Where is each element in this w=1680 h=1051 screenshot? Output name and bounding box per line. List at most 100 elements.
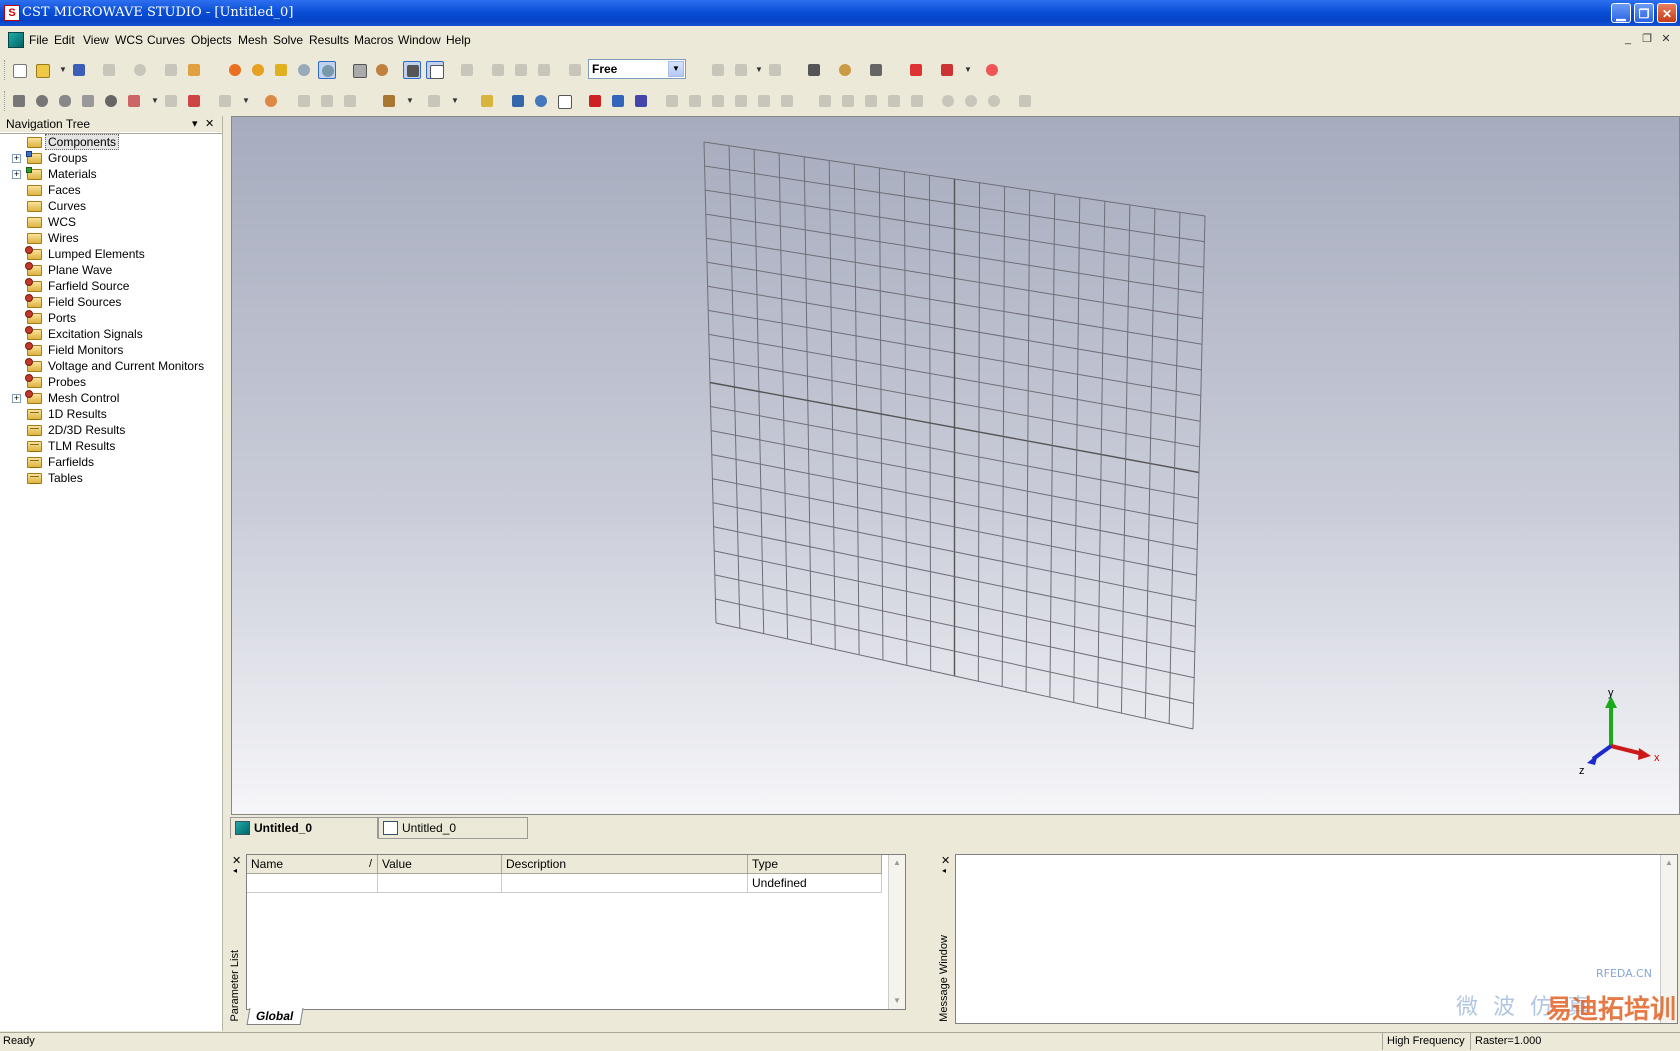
cone-icon[interactable] xyxy=(79,92,97,110)
tree-item[interactable]: 1D Results xyxy=(0,406,222,422)
menu-edit[interactable]: Edit xyxy=(54,33,75,47)
align-icon[interactable] xyxy=(295,92,313,110)
pin-icon[interactable]: ◂ xyxy=(233,866,237,875)
tree-item[interactable]: Field Sources xyxy=(0,294,222,310)
extrude-icon[interactable] xyxy=(125,92,143,110)
ruler-icon[interactable] xyxy=(478,92,496,110)
3d-viewport[interactable]: y x z xyxy=(231,116,1680,815)
rotate-view-icon[interactable] xyxy=(226,61,244,79)
field-monitor-icon[interactable] xyxy=(609,92,627,110)
tree-item[interactable]: Lumped Elements xyxy=(0,246,222,262)
expand-icon[interactable]: + xyxy=(12,170,21,179)
discrete-port-icon[interactable] xyxy=(555,92,573,110)
lumped-element-icon[interactable] xyxy=(586,92,604,110)
menu-results[interactable]: Results xyxy=(309,33,349,47)
tree-item[interactable]: Faces xyxy=(0,182,222,198)
result-2-icon[interactable] xyxy=(686,92,704,110)
sphere-icon[interactable] xyxy=(33,92,51,110)
macro-icon[interactable] xyxy=(185,61,203,79)
farfield-2-icon[interactable] xyxy=(962,92,980,110)
tree-item[interactable]: Probes xyxy=(0,374,222,390)
solver-icon[interactable] xyxy=(836,61,854,79)
result-1-icon[interactable] xyxy=(663,92,681,110)
column-header-value[interactable]: Value xyxy=(378,855,502,874)
tree-item[interactable]: Ports xyxy=(0,310,222,326)
plot-3-icon[interactable] xyxy=(862,92,880,110)
menu-objects[interactable]: Objects xyxy=(191,33,232,47)
pick-point-icon[interactable] xyxy=(489,61,507,79)
tree-item[interactable]: 2D/3D Results xyxy=(0,422,222,438)
open-folder-icon[interactable] xyxy=(33,61,51,79)
menu-wcs[interactable]: WCS xyxy=(115,33,143,47)
expand-icon[interactable]: + xyxy=(12,154,21,163)
port-icon[interactable] xyxy=(509,92,527,110)
chevron-down-icon[interactable]: ▾ xyxy=(192,116,198,132)
new-file-icon[interactable] xyxy=(10,61,28,79)
mdi-restore-icon[interactable]: ❐ xyxy=(1640,32,1654,46)
mdi-minimize-icon[interactable]: _ xyxy=(1621,32,1635,46)
plot-5-icon[interactable] xyxy=(908,92,926,110)
tree-item[interactable]: Components xyxy=(0,134,222,150)
tree-item[interactable]: WCS xyxy=(0,214,222,230)
zoom-icon[interactable] xyxy=(295,61,313,79)
farfield-3-icon[interactable] xyxy=(985,92,1003,110)
result-5-icon[interactable] xyxy=(755,92,773,110)
document-icon[interactable] xyxy=(8,32,24,48)
scroll-up-icon[interactable]: ▲ xyxy=(1661,855,1677,871)
tab-schematic-view[interactable]: Untitled_0 xyxy=(378,817,528,839)
print-icon[interactable] xyxy=(100,61,118,79)
column-header-name[interactable]: Name / xyxy=(247,855,378,874)
loft-icon[interactable] xyxy=(185,92,203,110)
cut-plane-icon[interactable] xyxy=(458,61,476,79)
boolean-intersect-icon[interactable] xyxy=(766,61,784,79)
boundary-icon[interactable] xyxy=(867,61,885,79)
view-options-icon[interactable] xyxy=(373,61,391,79)
tree-item[interactable]: + Materials xyxy=(0,166,222,182)
menu-help[interactable]: Help xyxy=(446,33,471,47)
mdi-close-icon[interactable]: ✕ xyxy=(1659,32,1673,46)
reset-view-icon[interactable] xyxy=(350,61,368,79)
cylinder-icon[interactable] xyxy=(56,92,74,110)
result-6-icon[interactable] xyxy=(778,92,796,110)
parameter-scrollbar[interactable]: ▲ ▼ xyxy=(888,855,905,1009)
close-icon[interactable]: ✕ xyxy=(205,116,214,132)
rotate-view-plane-icon[interactable] xyxy=(249,61,267,79)
probe-icon[interactable] xyxy=(938,61,956,79)
column-header-description[interactable]: Description xyxy=(502,855,748,874)
tree-item[interactable]: Farfield Source xyxy=(0,278,222,294)
transform-icon[interactable] xyxy=(566,61,584,79)
result-3-icon[interactable] xyxy=(709,92,727,110)
scale-icon[interactable] xyxy=(341,92,359,110)
history-icon[interactable] xyxy=(131,61,149,79)
column-header-type[interactable]: Type xyxy=(748,855,882,874)
pick-edge-icon[interactable] xyxy=(512,61,530,79)
waveguide-port-icon[interactable] xyxy=(532,92,550,110)
brick-icon[interactable] xyxy=(10,92,28,110)
tree-item[interactable]: Excitation Signals xyxy=(0,326,222,342)
menu-macros[interactable]: Macros xyxy=(354,33,393,47)
tree-item[interactable]: Wires xyxy=(0,230,222,246)
stop-icon[interactable] xyxy=(983,61,1001,79)
time-signal-icon[interactable] xyxy=(262,92,280,110)
mirror-icon[interactable] xyxy=(318,92,336,110)
tab-3d-view[interactable]: Untitled_0 xyxy=(230,817,378,839)
tree-item[interactable]: Tables xyxy=(0,470,222,486)
tree-item[interactable]: Curves xyxy=(0,198,222,214)
pick-face-icon[interactable] xyxy=(535,61,553,79)
restore-button[interactable]: ❐ xyxy=(1634,3,1654,23)
edit-history-icon[interactable] xyxy=(162,61,180,79)
close-button[interactable]: ✕ xyxy=(1657,3,1677,23)
tree-item[interactable]: + Groups xyxy=(0,150,222,166)
mesh-view-icon[interactable] xyxy=(907,61,925,79)
pan-icon[interactable] xyxy=(272,61,290,79)
tree-item[interactable]: Farfields xyxy=(0,454,222,470)
component-icon[interactable] xyxy=(380,92,398,110)
layer-icon[interactable] xyxy=(425,92,443,110)
chevron-down-icon[interactable]: ▼ xyxy=(668,61,684,77)
selection-mode-select[interactable]: Free ▼ xyxy=(588,59,686,79)
working-plane-icon[interactable] xyxy=(426,61,444,79)
export-icon[interactable] xyxy=(1016,92,1034,110)
tab-global[interactable]: Global xyxy=(246,1008,304,1025)
menu-solve[interactable]: Solve xyxy=(273,33,303,47)
torus-icon[interactable] xyxy=(102,92,120,110)
